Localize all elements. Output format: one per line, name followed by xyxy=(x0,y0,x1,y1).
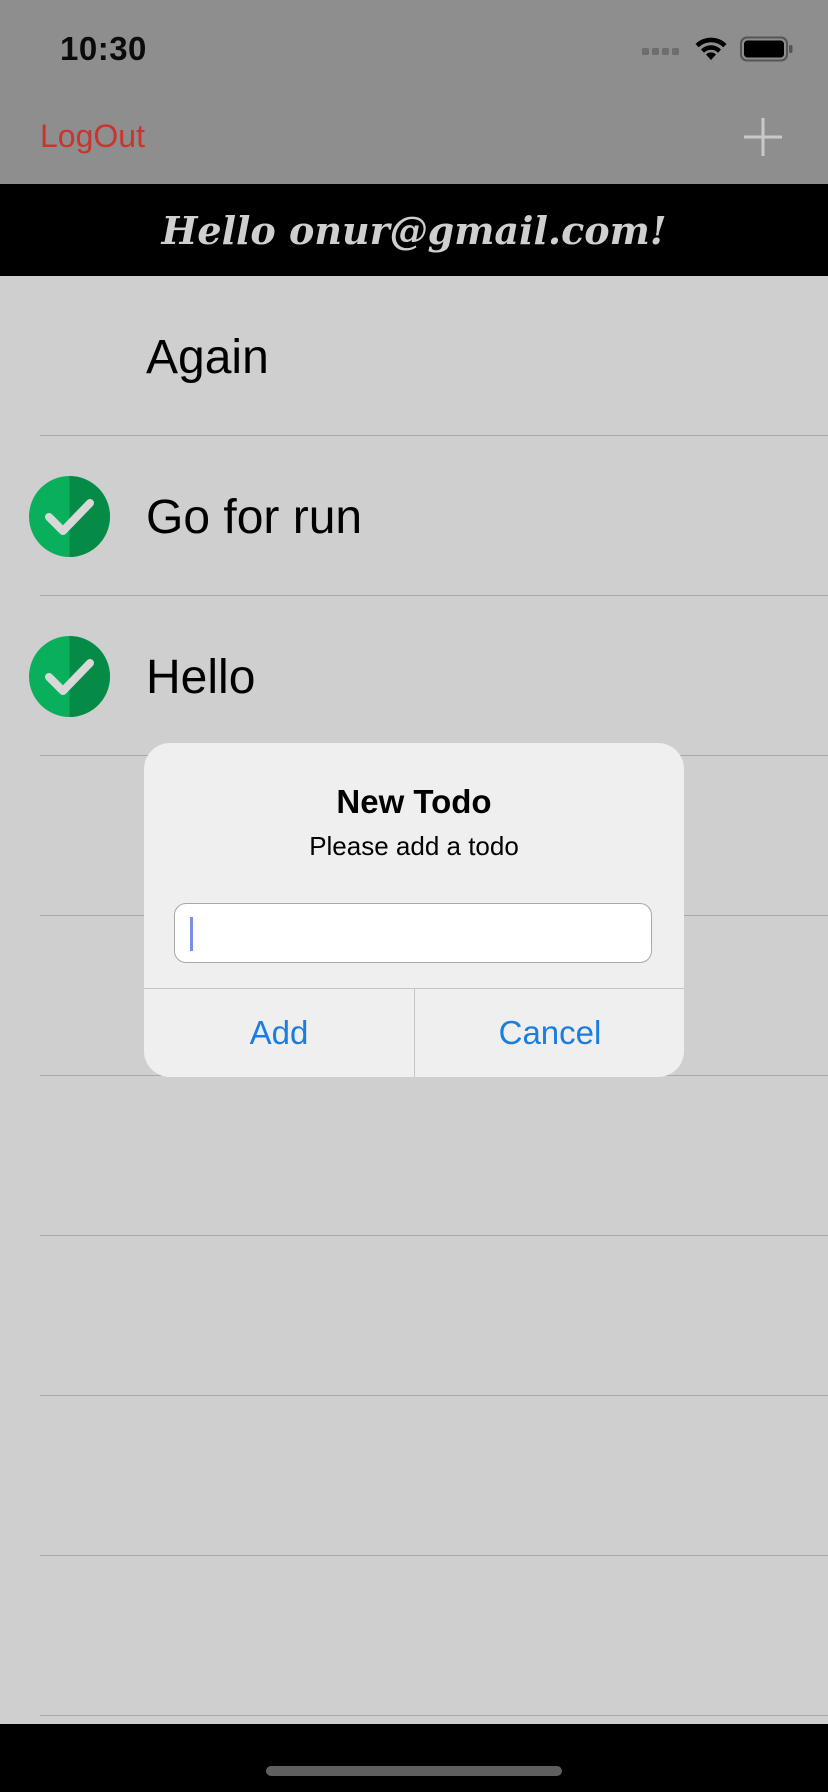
empty-row xyxy=(0,1236,828,1396)
greeting-banner: Hello onur@gmail.com! xyxy=(0,184,828,276)
new-todo-alert: New Todo Please add a todo Add Cancel xyxy=(144,743,684,1077)
greeting-text: Hello onur@gmail.com! xyxy=(161,207,667,253)
wifi-icon xyxy=(695,37,727,60)
home-indicator[interactable] xyxy=(266,1766,562,1776)
alert-title: New Todo xyxy=(336,783,492,820)
status-time: 10:30 xyxy=(60,30,147,67)
status-bar: 10:30 xyxy=(0,0,828,92)
todo-row[interactable]: Again xyxy=(0,276,828,436)
todo-title: Go for run xyxy=(146,491,363,544)
cancel-button[interactable]: Cancel xyxy=(415,989,684,1077)
add-todo-button[interactable] xyxy=(740,114,786,160)
cellular-signal-icon xyxy=(642,48,679,55)
todo-row[interactable]: Hello xyxy=(0,596,828,756)
todo-title: Again xyxy=(146,331,269,384)
todo-title: Hello xyxy=(146,651,256,704)
status-icons xyxy=(642,36,794,62)
empty-row xyxy=(0,1556,828,1716)
text-cursor xyxy=(190,917,193,951)
empty-row xyxy=(0,1396,828,1556)
row-separator xyxy=(40,1715,828,1716)
empty-row xyxy=(0,1076,828,1236)
home-indicator-bar xyxy=(0,1724,828,1792)
checkmark-icon xyxy=(29,476,110,557)
logout-button[interactable]: LogOut xyxy=(40,118,145,155)
navigation-bar: LogOut xyxy=(0,92,828,184)
todo-row[interactable]: Go for run xyxy=(0,436,828,596)
alert-message: Please add a todo xyxy=(309,831,519,861)
add-button[interactable]: Add xyxy=(144,989,414,1077)
plus-icon xyxy=(744,118,782,156)
checkmark-icon xyxy=(29,636,110,717)
todo-input[interactable] xyxy=(174,903,652,963)
battery-icon xyxy=(740,36,793,62)
